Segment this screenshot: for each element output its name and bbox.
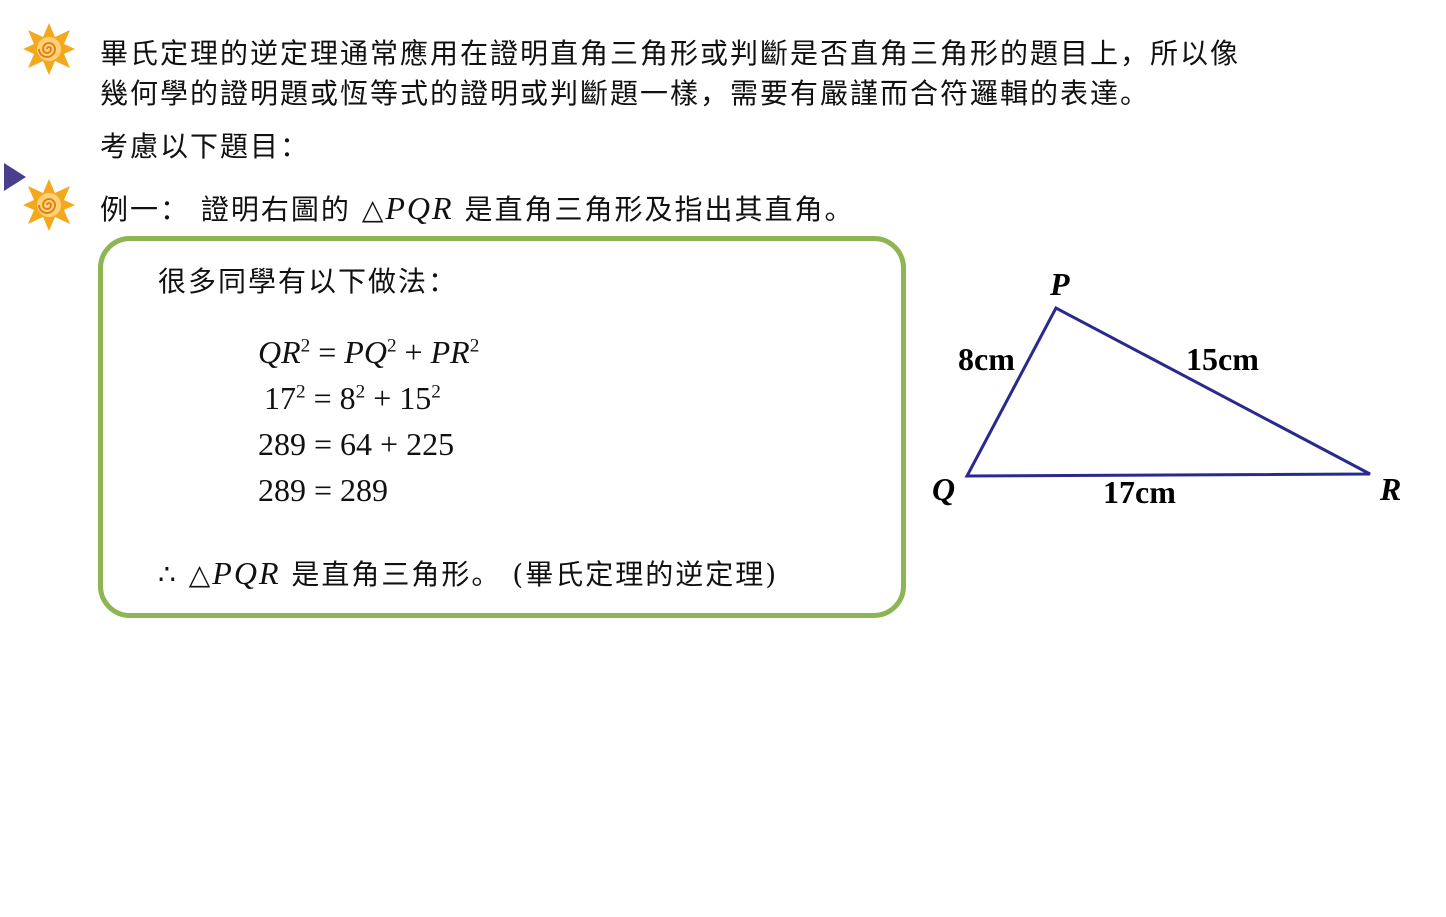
equation-3: 289 = 64 + 225 [258, 426, 455, 462]
vertex-r-label: R [1379, 471, 1401, 507]
example-line: 例一： 證明右圖的 △PQR 是直角三角形及指出其直角。 [100, 188, 854, 230]
conclusion-line: ∴ △PQR 是直角三角形。 (畢氏定理的逆定理) [158, 555, 779, 591]
sun-spiral-icon [23, 179, 75, 231]
side-pq-label: 8cm [958, 341, 1015, 377]
triangle-symbol: △ [361, 193, 386, 226]
intro-line-2: 幾何學的證明題或恆等式的證明或判斷題一樣，需要有嚴謹而合符邏輯的表達。 [100, 77, 1151, 110]
triangle-pqr [964, 305, 1371, 478]
example-prefix: 例一： 證明右圖的 [100, 193, 362, 226]
example-suffix: 是直角三角形及指出其直角。 [453, 193, 855, 226]
intro-line-3: 考慮以下題目： [100, 130, 311, 163]
equation-4: 289 = 289 [258, 472, 389, 508]
triangle-name: PQR [385, 190, 454, 226]
equation-2: 172 = 82 + 152 [264, 380, 441, 416]
side-pr-label: 15cm [1186, 341, 1259, 377]
triangle-figure: P Q R 8cm 15cm 17cm [932, 266, 1401, 510]
vertex-p-label: P [1049, 266, 1070, 302]
sun-spiral-icon [23, 23, 75, 75]
side-qr-label: 17cm [1103, 474, 1176, 510]
vertex-q-label: Q [932, 471, 955, 507]
box-heading: 很多同學有以下做法： [158, 265, 459, 298]
equation-1: QR2 = PQ2 + PR2 [258, 334, 480, 370]
intro-line-1: 畢氏定理的逆定理通常應用在證明直角三角形或判斷是否直角三角形的題目上，所以像 [100, 37, 1241, 70]
